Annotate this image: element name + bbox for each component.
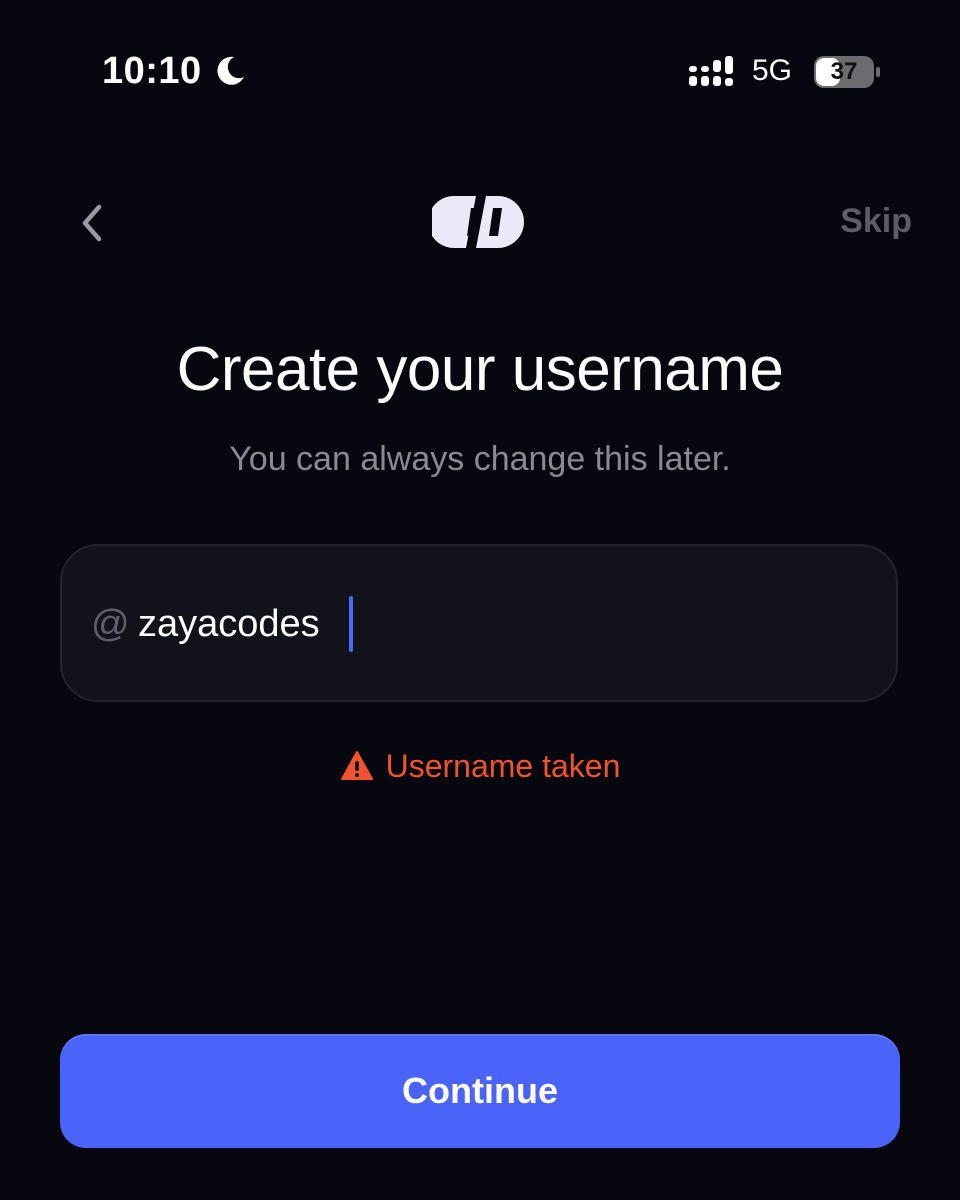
username-value: zayacodes xyxy=(138,603,320,645)
continue-button[interactable]: Continue xyxy=(60,1034,900,1148)
page-subtitle: You can always change this later. xyxy=(229,440,731,478)
username-prefix: @ xyxy=(91,603,130,645)
moon-icon xyxy=(217,56,244,85)
back-button[interactable] xyxy=(70,198,114,248)
error-text: Username taken xyxy=(385,747,621,784)
network-label: 5G xyxy=(752,54,793,87)
app-logo xyxy=(432,196,524,248)
status-time: 10:10 xyxy=(102,50,202,92)
continue-label: Continue xyxy=(402,1070,558,1111)
warning-icon xyxy=(340,751,373,780)
error-message: Username taken xyxy=(0,744,960,788)
text-caret xyxy=(349,596,353,652)
battery-level: 37 xyxy=(830,58,858,85)
signal-icon xyxy=(689,56,733,86)
chevron-left-icon xyxy=(82,204,102,242)
skip-button[interactable]: Skip xyxy=(812,202,912,246)
page-title: Create your username xyxy=(176,335,784,404)
